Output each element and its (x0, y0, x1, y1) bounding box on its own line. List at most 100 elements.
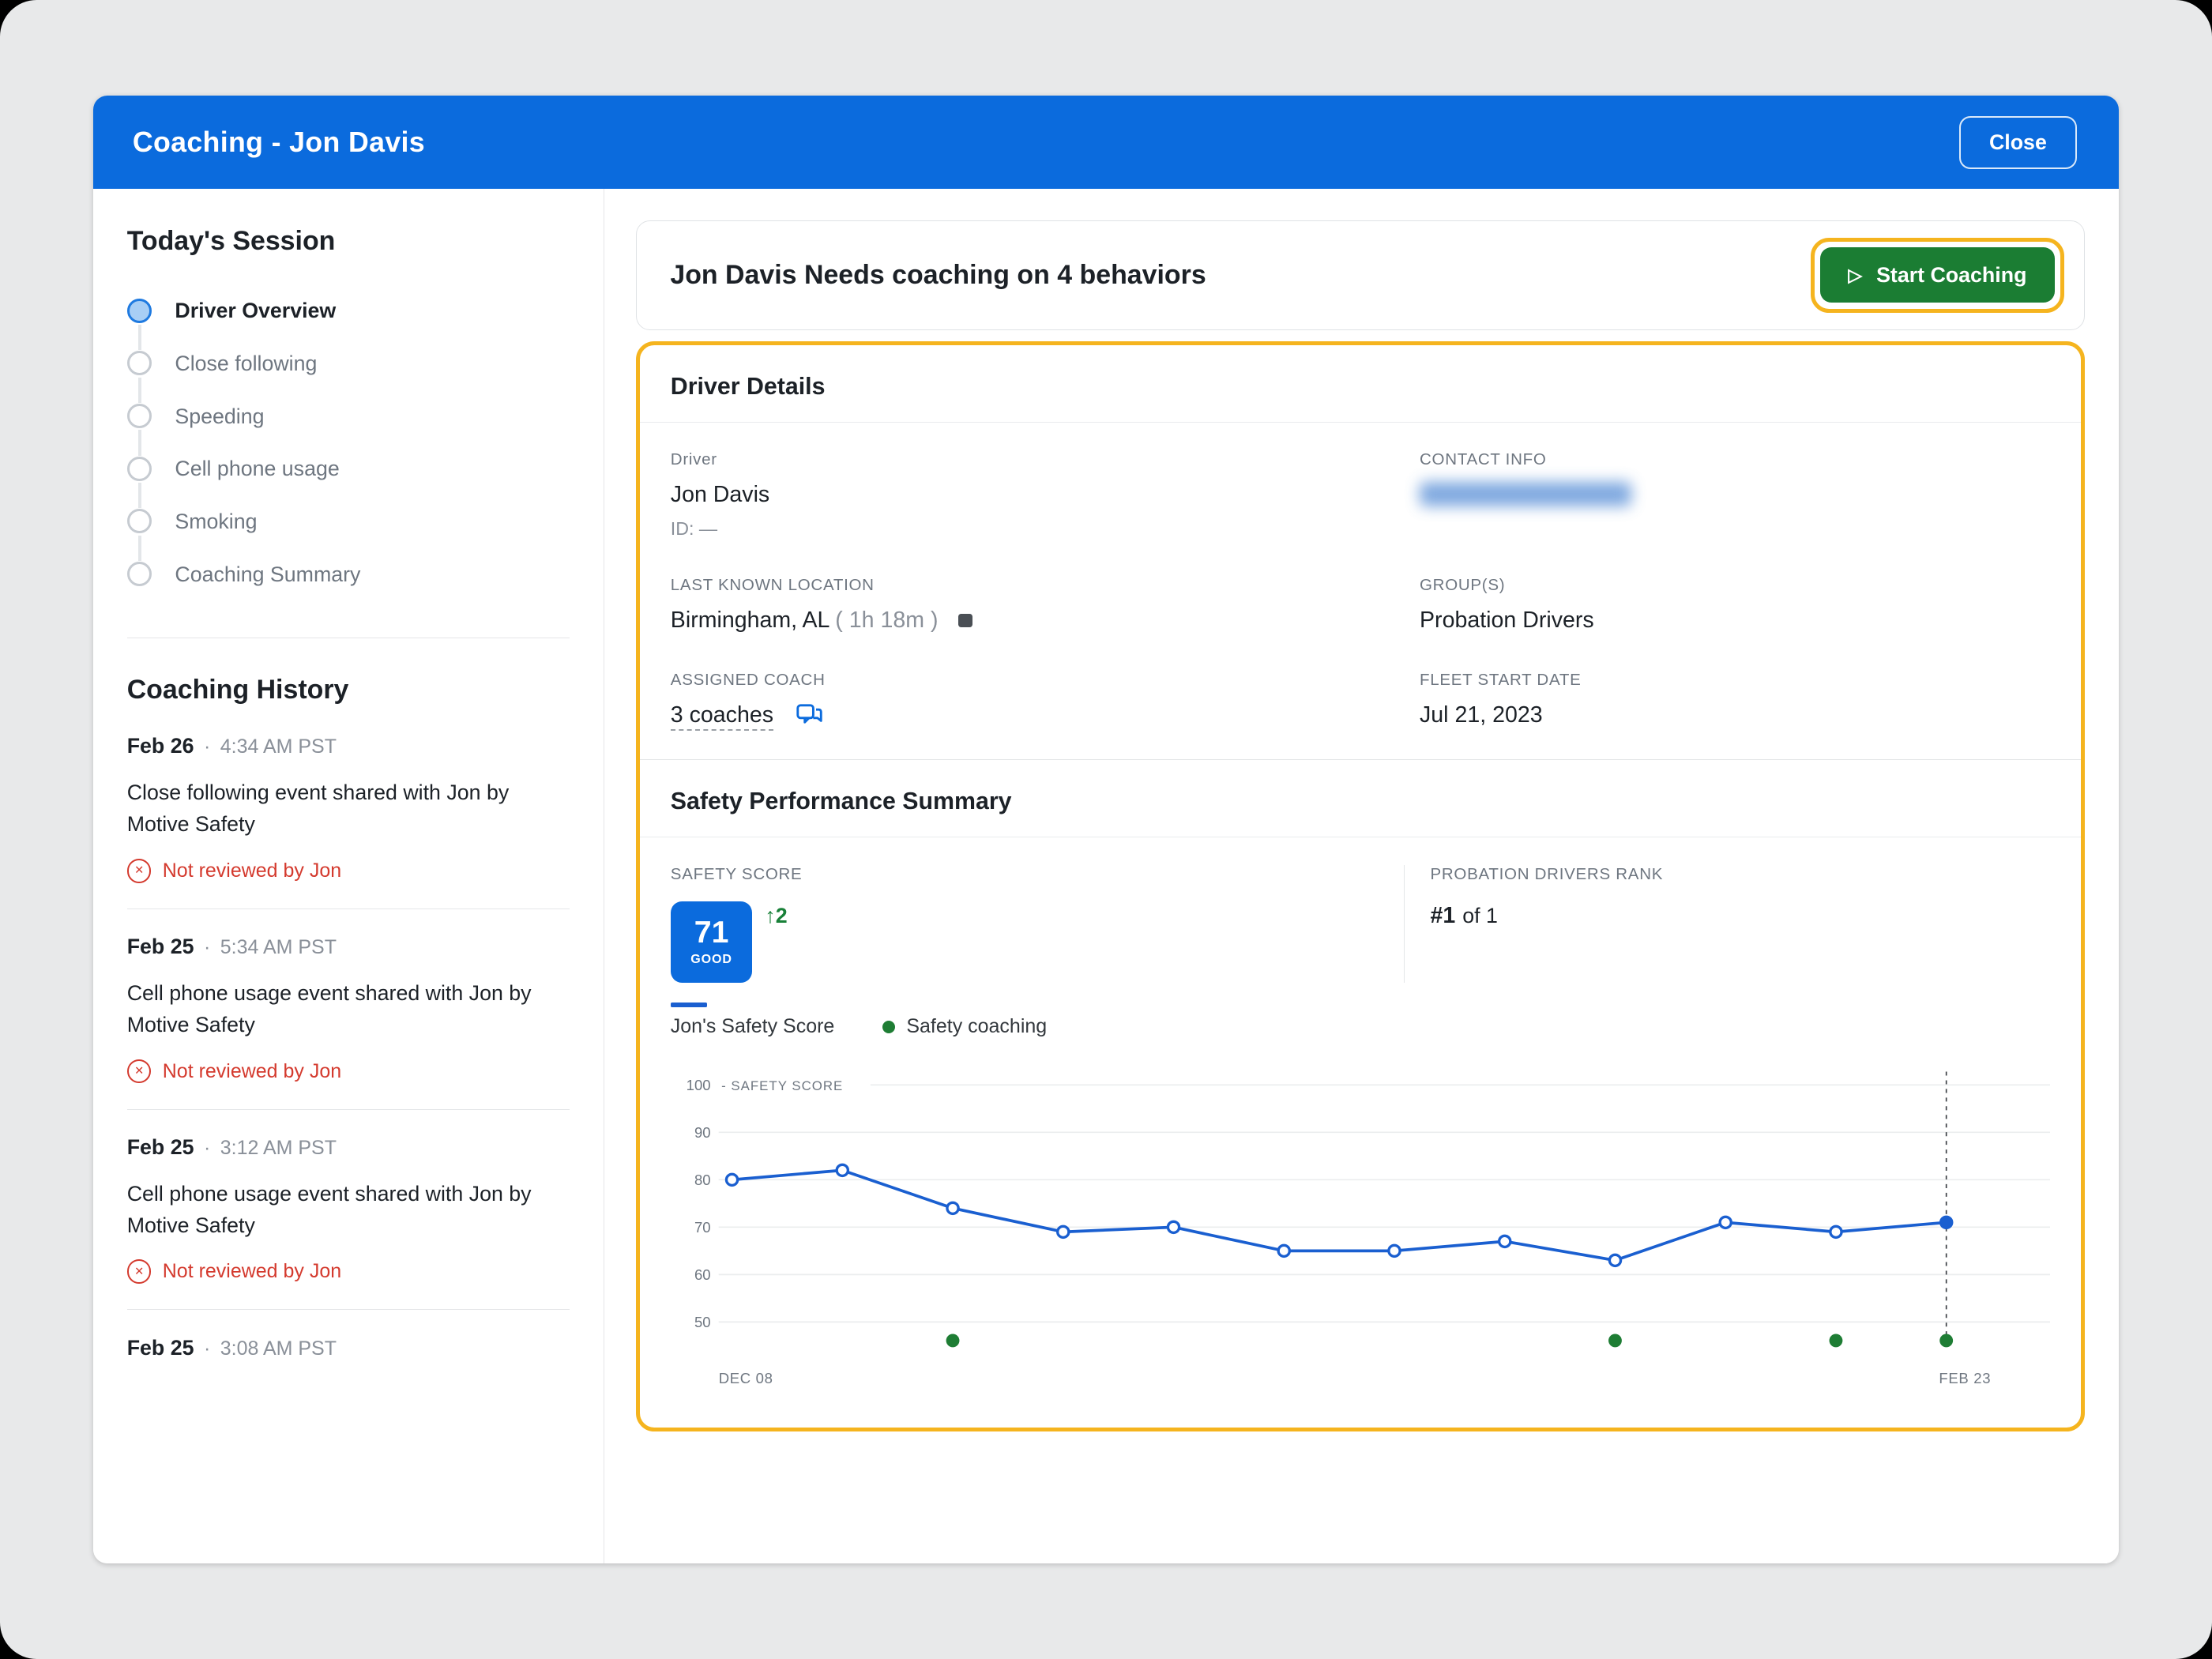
svg-text:FEB 23: FEB 23 (1939, 1370, 1991, 1386)
banner-title: Jon Davis Needs coaching on 4 behaviors (670, 260, 1206, 291)
history-timestamp: Feb 264:34 AM PST (127, 734, 570, 758)
not-reviewed-label: Not reviewed by Jon (163, 1060, 341, 1083)
rank-stat: PROBATION DRIVERS RANK #1 of 1 (1404, 865, 2050, 983)
start-coaching-highlight: ▷ Start Coaching (1811, 238, 2065, 313)
legend-dot-label: Safety coaching (906, 1015, 1047, 1038)
step-radio-icon (127, 404, 152, 428)
step-radio-icon (127, 351, 152, 375)
fleet-start-field: FLEET START DATE Jul 21, 2023 (1420, 671, 2050, 728)
step-label: Coaching Summary (175, 562, 360, 586)
driver-id: ID: — (671, 518, 1420, 540)
step-label: Cell phone usage (175, 457, 339, 480)
play-icon: ▷ (1848, 266, 1862, 284)
not-reviewed-label: Not reviewed by Jon (163, 860, 341, 882)
svg-text:- SAFETY SCORE: - SAFETY SCORE (721, 1078, 843, 1093)
not-reviewed-icon (127, 859, 152, 883)
coaching-modal: Coaching - Jon Davis Close Today's Sessi… (93, 96, 2119, 1563)
groups-field: GROUP(S) Probation Drivers (1420, 576, 2050, 634)
safety-summary-title: Safety Performance Summary (671, 788, 2050, 815)
sidebar: Today's Session Driver OverviewClose fol… (93, 189, 604, 1563)
step-label: Speeding (175, 404, 264, 428)
coaching-banner: Jon Davis Needs coaching on 4 behaviors … (636, 220, 2086, 330)
safety-score-tier: GOOD (690, 952, 732, 967)
history-entry[interactable]: Feb 253:12 AM PST Cell phone usage event … (127, 1135, 570, 1285)
safety-score-badge: 71 GOOD (671, 901, 753, 984)
history-entry[interactable]: Feb 255:34 AM PSTCell phone usage event … (127, 935, 570, 1084)
rank-value: #1 (1431, 903, 1456, 928)
history-timestamp: Feb 253:08 AM PST (127, 1336, 570, 1360)
step-radio-icon (127, 299, 152, 323)
history-timestamp: Feb 253:12 AM PST (127, 1135, 570, 1160)
location-label: LAST KNOWN LOCATION (671, 576, 1420, 595)
history-divider (127, 1309, 570, 1310)
session-step[interactable]: Cell phone usage (127, 442, 570, 495)
safety-score-label: SAFETY SCORE (671, 865, 1405, 884)
close-button[interactable]: Close (1959, 116, 2076, 169)
step-radio-icon (127, 562, 152, 586)
location-value: Birmingham, AL (671, 608, 830, 633)
step-label: Smoking (175, 510, 257, 533)
section-divider (640, 422, 2082, 423)
rank-label: PROBATION DRIVERS RANK (1431, 865, 2050, 884)
not-reviewed-label: Not reviewed by Jon (163, 1260, 341, 1283)
legend-dot-swatch (882, 1021, 895, 1033)
history-status: Not reviewed by Jon (127, 859, 570, 883)
svg-text:100: 100 (686, 1077, 710, 1093)
session-steps: Driver Overview Close following Speeding Ce… (127, 284, 570, 606)
assigned-coach-field: ASSIGNED COACH 3 coaches (671, 671, 1420, 728)
rank-total: of 1 (1462, 904, 1498, 927)
history-event-text: Close following event shared with Jon by… (127, 777, 570, 840)
history-divider (127, 908, 570, 909)
session-step[interactable]: Driver Overview (127, 284, 570, 337)
chart-legend: Jon's Safety Score Safety coaching (671, 1003, 2050, 1038)
history-status: Not reviewed by Jon (127, 1059, 570, 1084)
session-step[interactable]: Coaching Summary (127, 548, 570, 601)
driver-field: Driver Jon Davis ID: — (671, 450, 1420, 540)
step-radio-icon (127, 509, 152, 533)
session-step[interactable]: Close following (127, 337, 570, 390)
legend-safety-coaching: Safety coaching (882, 1015, 1047, 1038)
coach-label: ASSIGNED COACH (671, 671, 1420, 690)
history-entry[interactable]: Feb 264:34 AM PST Close following event s… (127, 734, 570, 883)
contact-field: CONTACT INFO (1420, 450, 2050, 540)
svg-text:70: 70 (694, 1219, 711, 1236)
svg-text:60: 60 (694, 1266, 711, 1283)
safety-score-chart: 5060708090100- SAFETY SCOREDEC 08FEB 23 (671, 1061, 2050, 1397)
coaching-history: Feb 264:34 AM PST Close following event s… (127, 734, 570, 1360)
session-step[interactable]: Smoking (127, 495, 570, 548)
location-field: LAST KNOWN LOCATION Birmingham, AL ( 1h … (671, 576, 1420, 634)
safety-summary-section: Safety Performance Summary SAFETY SCORE … (640, 760, 2082, 1428)
svg-text:80: 80 (694, 1172, 711, 1188)
main-content: Jon Davis Needs coaching on 4 behaviors … (604, 189, 2119, 1563)
safety-stats: SAFETY SCORE 71 GOOD ↑2 (671, 865, 2050, 983)
step-radio-icon (127, 457, 152, 481)
coaches-link[interactable]: 3 coaches (671, 702, 773, 731)
safety-score-stat: SAFETY SCORE 71 GOOD ↑2 (671, 865, 1405, 983)
screenshot-root: Coaching - Jon Davis Close Today's Sessi… (0, 0, 2212, 1659)
start-coaching-label: Start Coaching (1876, 263, 2026, 288)
history-entry[interactable]: Feb 253:08 AM PST (127, 1336, 570, 1360)
step-label: Close following (175, 352, 317, 375)
svg-text:50: 50 (694, 1314, 711, 1330)
legend-line-swatch (671, 1003, 707, 1006)
groups-value: Probation Drivers (1420, 608, 2050, 634)
modal-title: Coaching - Jon Davis (133, 126, 425, 159)
history-event-text: Cell phone usage event shared with Jon b… (127, 977, 570, 1040)
driver-name: Jon Davis (671, 482, 1420, 508)
session-step[interactable]: Speeding (127, 390, 570, 443)
start-coaching-button[interactable]: ▷ Start Coaching (1820, 247, 2055, 303)
history-status: Not reviewed by Jon (127, 1259, 570, 1284)
driver-summary-card: Driver Details Driver Jon Davis ID: — CO… (636, 341, 2086, 1431)
history-event-text: Cell phone usage event shared with Jon b… (127, 1178, 570, 1241)
safety-score-value: 71 (694, 917, 729, 948)
fleet-value: Jul 21, 2023 (1420, 702, 2050, 728)
driver-details-title: Driver Details (671, 374, 2050, 401)
modal-header: Coaching - Jon Davis Close (93, 96, 2119, 189)
contact-label: CONTACT INFO (1420, 450, 2050, 469)
svg-text:90: 90 (694, 1124, 711, 1141)
vehicle-status-icon (958, 614, 972, 628)
driver-label: Driver (671, 450, 1420, 469)
coaches-chat-icon[interactable] (796, 704, 822, 727)
fleet-label: FLEET START DATE (1420, 671, 2050, 690)
score-delta: ↑2 (765, 904, 787, 928)
